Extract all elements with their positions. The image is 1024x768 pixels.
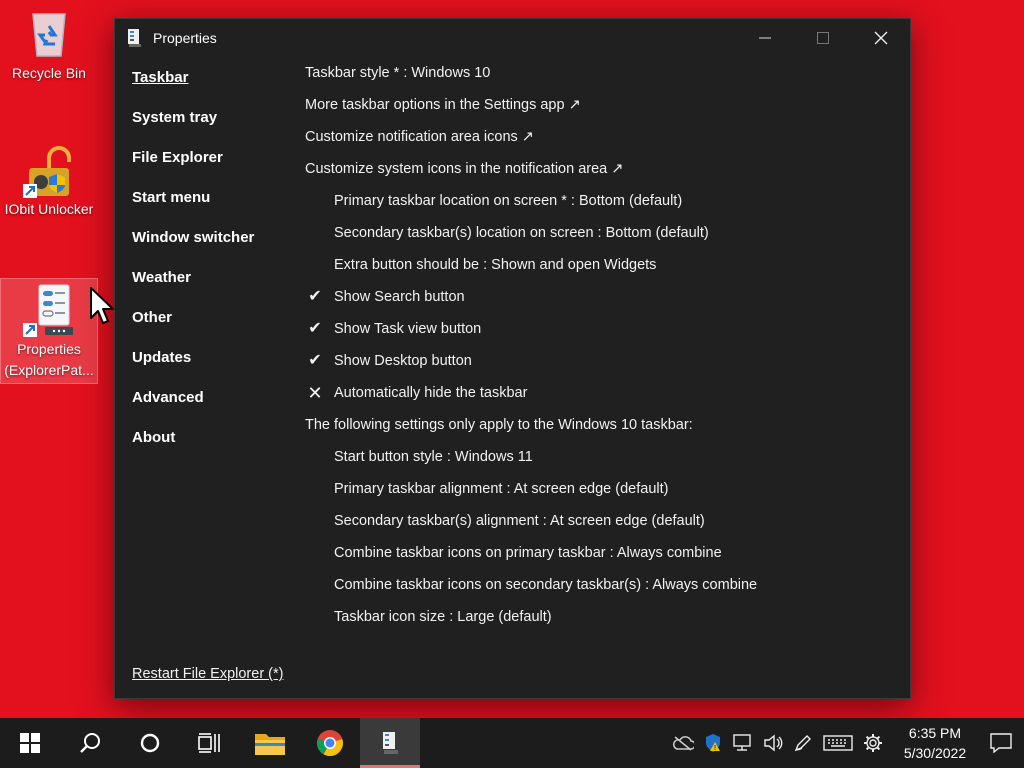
start-button[interactable]: [0, 718, 60, 768]
desktop-icon-properties[interactable]: Properties (ExplorerPat...: [0, 278, 98, 384]
setting-primary-taskbar-alignment[interactable]: Primary taskbar alignment : At screen ed…: [305, 473, 900, 505]
desktop-icon-recycle-bin[interactable]: Recycle Bin: [0, 8, 98, 82]
maximize-icon: [817, 32, 829, 44]
cross-icon: ✕: [307, 383, 323, 403]
close-icon: [874, 31, 888, 45]
settings-sidebar: Taskbar System tray File Explorer Start …: [132, 59, 302, 459]
windows10-section-heading: The following settings only apply to the…: [305, 417, 693, 433]
properties-app-icon: [128, 29, 141, 47]
desktop-icon-label: IObit Unlocker: [4, 201, 94, 217]
task-view-button[interactable]: [180, 718, 240, 768]
setting-combine-secondary[interactable]: Combine taskbar icons on secondary taskb…: [305, 569, 900, 601]
chrome-icon: [316, 730, 343, 757]
taskbar-clock[interactable]: 6:35 PM 5/30/2022: [892, 723, 978, 763]
settings-gear-icon[interactable]: [858, 718, 888, 768]
checkmark-icon: ✔: [308, 288, 322, 305]
sidebar-item-about[interactable]: About: [132, 419, 302, 459]
toggle-label: Show Search button: [334, 289, 465, 305]
setting-taskbar-icon-size[interactable]: Taskbar icon size : Large (default): [305, 601, 900, 633]
sidebar-item-start-menu[interactable]: Start menu: [132, 179, 302, 219]
taskbar-file-explorer[interactable]: [240, 718, 300, 768]
link-more-taskbar-options[interactable]: More taskbar options in the Settings app…: [305, 89, 900, 121]
clock-date: 5/30/2022: [903, 745, 967, 761]
search-button[interactable]: [60, 718, 120, 768]
security-shield-icon[interactable]: !: [698, 718, 728, 768]
setting-primary-taskbar-location[interactable]: Primary taskbar location on screen * : B…: [305, 185, 900, 217]
taskbar-properties[interactable]: [360, 718, 420, 768]
title-bar[interactable]: Properties: [115, 19, 910, 57]
folder-icon: [255, 734, 285, 755]
properties-window: Properties Taskbar System tray File Expl…: [114, 18, 911, 699]
restart-file-explorer-link[interactable]: Restart File Explorer (*): [132, 666, 283, 682]
pen-icon[interactable]: [788, 718, 818, 768]
sidebar-item-window-switcher[interactable]: Window switcher: [132, 219, 302, 259]
cortana-icon: [140, 733, 160, 753]
close-button[interactable]: [852, 19, 910, 57]
window-title: Properties: [153, 30, 217, 46]
toggle-show-desktop-button[interactable]: ✔ Show Desktop button: [305, 345, 900, 377]
toggle-auto-hide-taskbar[interactable]: ✕ Automatically hide the taskbar: [305, 377, 900, 409]
desktop-icon-label: Recycle Bin: [12, 65, 86, 81]
minimize-icon: [759, 37, 771, 39]
sidebar-item-system-tray[interactable]: System tray: [132, 99, 302, 139]
setting-taskbar-style[interactable]: Taskbar style * : Windows 10: [305, 57, 900, 89]
action-center-button[interactable]: [978, 718, 1024, 768]
recycle-bin-icon: [25, 8, 73, 60]
notification-icon: [990, 733, 1012, 753]
system-tray: ! 6:35 PM 5/30/2022: [668, 718, 1024, 768]
setting-combine-primary[interactable]: Combine taskbar icons on primary taskbar…: [305, 537, 900, 569]
setting-secondary-taskbar-location[interactable]: Secondary taskbar(s) location on screen …: [305, 217, 900, 249]
setting-secondary-taskbar-alignment[interactable]: Secondary taskbar(s) alignment : At scre…: [305, 505, 900, 537]
sidebar-item-file-explorer[interactable]: File Explorer: [132, 139, 302, 179]
toggle-label: Automatically hide the taskbar: [334, 385, 528, 401]
properties-icon: [23, 283, 73, 337]
mouse-cursor-icon: [90, 287, 114, 324]
cortana-button[interactable]: [120, 718, 180, 768]
toggle-show-search-button[interactable]: ✔ Show Search button: [305, 281, 900, 313]
link-customize-system-icons[interactable]: Customize system icons in the notificati…: [305, 153, 900, 185]
taskbar-chrome[interactable]: [300, 718, 360, 768]
sidebar-item-updates[interactable]: Updates: [132, 339, 302, 379]
taskbar: ! 6:35 PM 5/30/2022: [0, 718, 1024, 768]
clock-time: 6:35 PM: [908, 725, 962, 741]
maximize-button[interactable]: [794, 19, 852, 57]
toggle-label: Show Task view button: [334, 321, 482, 337]
desktop-icon-label: Properties (ExplorerPat...: [4, 341, 94, 378]
svg-text:!: !: [714, 744, 717, 752]
setting-start-button-style[interactable]: Start button style : Windows 11: [305, 441, 900, 473]
sidebar-item-taskbar[interactable]: Taskbar: [132, 59, 302, 99]
toggle-show-task-view-button[interactable]: ✔ Show Task view button: [305, 313, 900, 345]
network-icon[interactable]: [728, 718, 758, 768]
sidebar-item-weather[interactable]: Weather: [132, 259, 302, 299]
checkmark-icon: ✔: [308, 352, 322, 369]
search-icon: [80, 733, 100, 753]
minimize-button[interactable]: [736, 19, 794, 57]
taskbar-settings-list: Taskbar style * : Windows 10 More taskba…: [305, 57, 900, 633]
touch-keyboard-icon[interactable]: [818, 718, 858, 768]
desktop-icon-iobit-unlocker[interactable]: IObit Unlocker: [0, 144, 98, 218]
task-view-icon: [198, 733, 220, 753]
link-customize-notification-icons[interactable]: Customize notification area icons ↗: [305, 121, 900, 153]
setting-extra-button[interactable]: Extra button should be : Shown and open …: [305, 249, 900, 281]
checkmark-icon: ✔: [308, 320, 322, 337]
sidebar-item-advanced[interactable]: Advanced: [132, 379, 302, 419]
volume-icon[interactable]: [758, 718, 788, 768]
onedrive-icon[interactable]: [668, 718, 698, 768]
windows-logo-icon: [20, 733, 40, 753]
iobit-unlocker-icon: [23, 144, 73, 198]
toggle-label: Show Desktop button: [334, 353, 472, 369]
sidebar-item-other[interactable]: Other: [132, 299, 302, 339]
properties-app-icon: [383, 732, 398, 754]
